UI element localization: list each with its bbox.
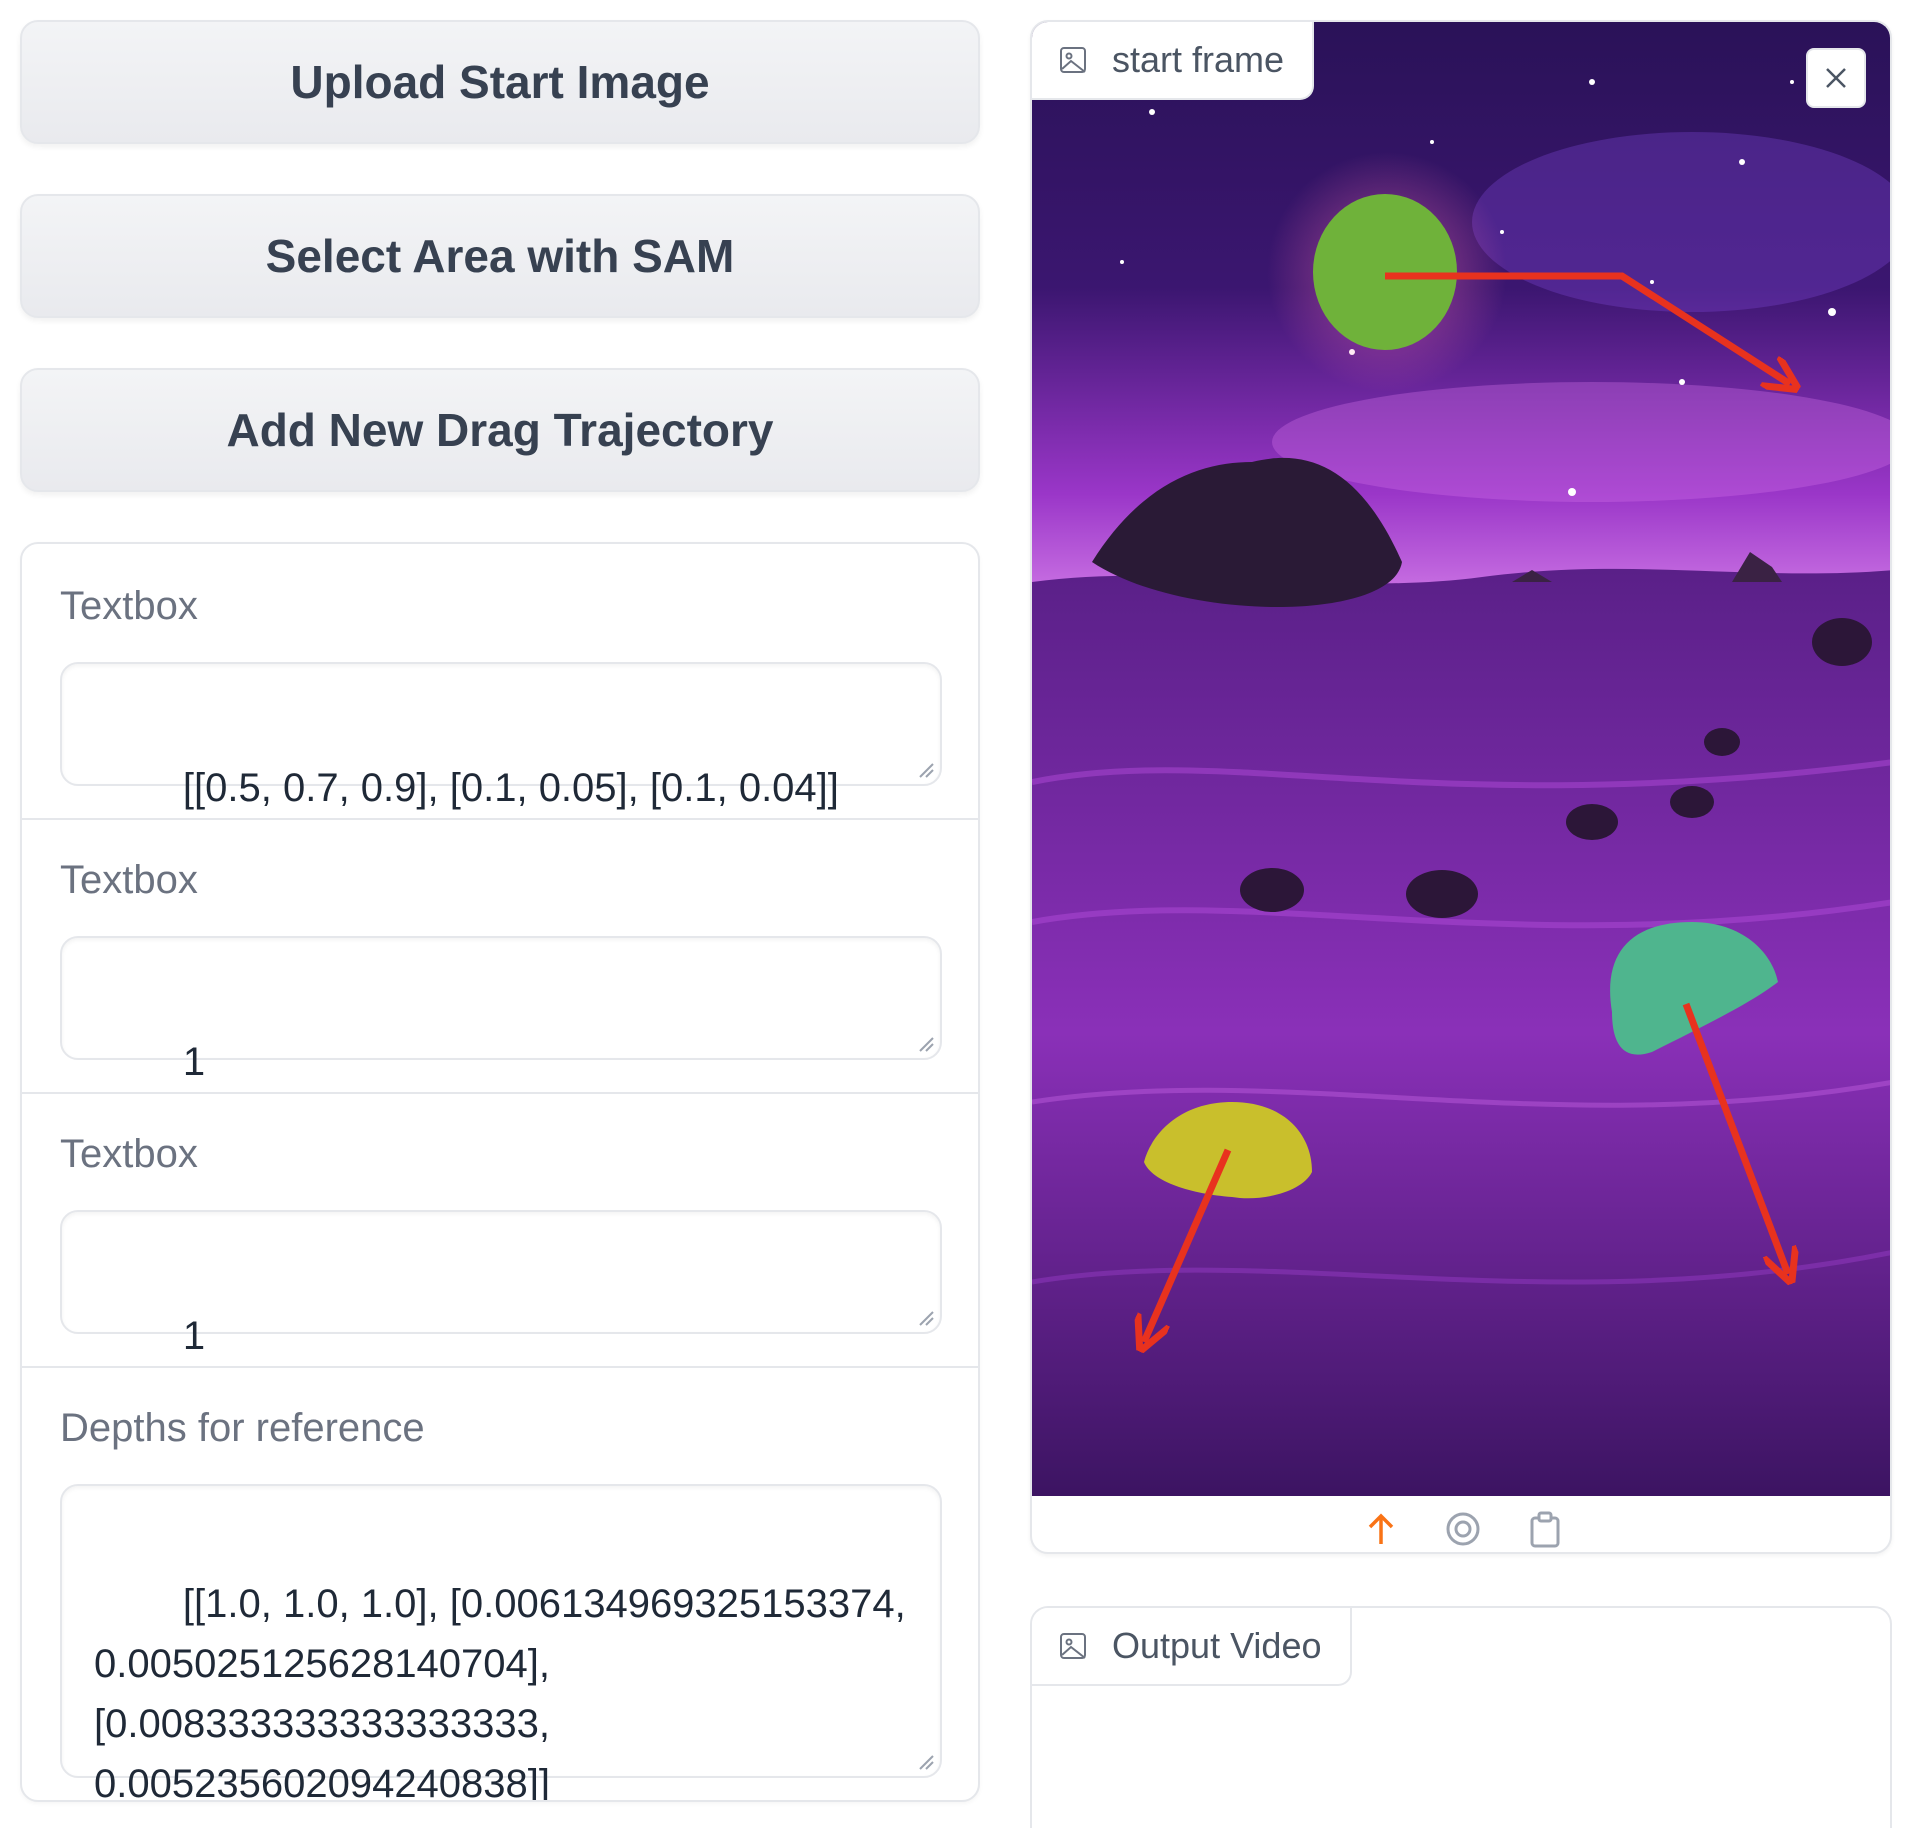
depths-block: Depths for reference [[1.0, 1.0, 1.0], [… <box>22 1366 978 1800</box>
textbox-value: 1 <box>182 1040 206 1084</box>
textbox-block-2: Textbox 1 <box>22 818 978 1092</box>
output-video-panel: Output Video <box>1030 1606 1892 1828</box>
textbox-block-1: Textbox [[0.5, 0.7, 0.9], [0.1, 0.05], [… <box>22 544 978 818</box>
output-video-label: Output Video <box>1032 1608 1352 1686</box>
resize-handle-icon[interactable] <box>916 1308 934 1326</box>
textbox-input-1[interactable]: [[0.5, 0.7, 0.9], [0.1, 0.05], [0.1, 0.0… <box>60 662 942 810</box>
upload-icon[interactable] <box>1362 1510 1400 1548</box>
textbox-block-3: Textbox 1 <box>22 1092 978 1366</box>
textbox-label: Textbox <box>60 584 198 628</box>
textbox-label: Textbox <box>60 858 198 902</box>
close-button[interactable] <box>1806 48 1866 108</box>
depths-textarea[interactable]: [[1.0, 1.0, 1.0], [0.006134969325153374,… <box>60 1484 942 1800</box>
start-frame-label-text: start frame <box>1112 39 1285 80</box>
textbox-value: [[0.5, 0.7, 0.9], [0.1, 0.05], [0.1, 0.0… <box>182 766 839 810</box>
depths-value: [[1.0, 1.0, 1.0], [0.006134969325153374,… <box>94 1582 917 1802</box>
depths-label: Depths for reference <box>60 1406 425 1450</box>
textbox-value: 1 <box>182 1314 206 1358</box>
start-frame-image[interactable] <box>1032 22 1890 1496</box>
close-icon <box>1826 68 1846 88</box>
clipboard-icon[interactable] <box>1526 1510 1564 1548</box>
output-video-label-text: Output Video <box>1112 1625 1322 1666</box>
resize-handle-icon[interactable] <box>916 1752 934 1770</box>
start-frame-label: start frame <box>1032 22 1315 100</box>
start-frame-panel: start frame <box>1030 20 1892 1554</box>
image-icon <box>1060 1633 1086 1659</box>
resize-handle-icon[interactable] <box>916 760 934 778</box>
textbox-panel: Textbox [[0.5, 0.7, 0.9], [0.1, 0.05], [… <box>20 542 980 1802</box>
select-area-sam-button[interactable]: Select Area with SAM <box>20 194 980 318</box>
resize-handle-icon[interactable] <box>916 1034 934 1052</box>
app-page: Upload Start Image Select Area with SAM … <box>0 0 1922 1828</box>
add-drag-trajectory-button[interactable]: Add New Drag Trajectory <box>20 368 980 492</box>
image-icon <box>1060 47 1086 73</box>
textbox-label: Textbox <box>60 1132 198 1176</box>
textbox-input-2[interactable]: 1 <box>60 936 942 1084</box>
webcam-icon[interactable] <box>1444 1510 1482 1548</box>
upload-start-image-button[interactable]: Upload Start Image <box>20 20 980 144</box>
image-source-toolbar <box>1032 1496 1890 1552</box>
textbox-input-3[interactable]: 1 <box>60 1210 942 1358</box>
